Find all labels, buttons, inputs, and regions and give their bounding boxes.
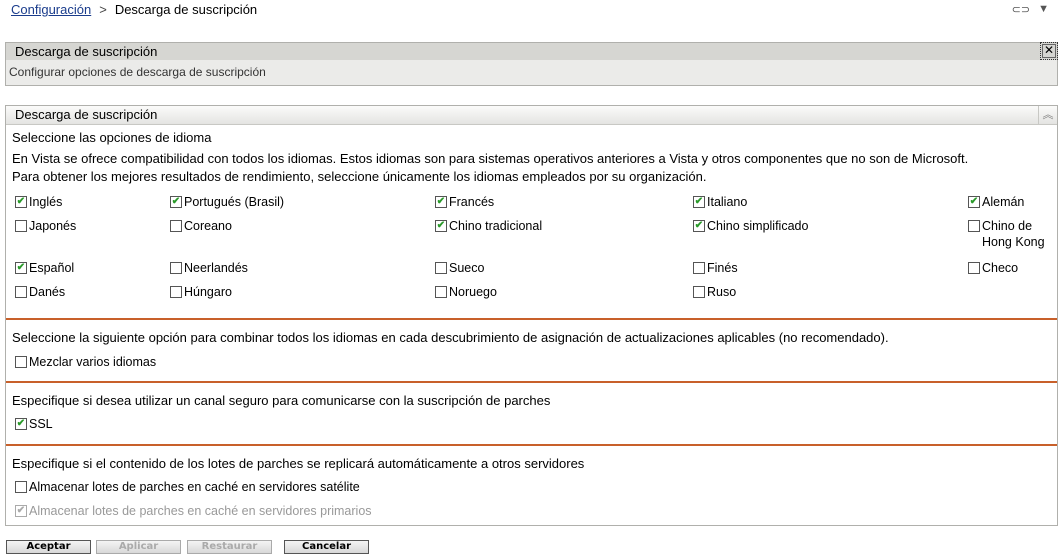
checkbox-label: Sueco (449, 261, 485, 275)
language-checkbox[interactable]: ✔ Chino simplificado (693, 218, 808, 234)
panel-title: Descarga de suscripción (15, 44, 158, 59)
language-checkbox[interactable]: ✔ Chino tradicional (435, 218, 542, 234)
checkbox-label: Japonés (29, 219, 77, 233)
language-checkbox[interactable]: ✔ Portugués (Brasil) (170, 194, 284, 210)
breadcrumb-current: Descarga de suscripción (114, 2, 258, 17)
checkbox-label: Alemán (982, 195, 1025, 209)
language-checkbox[interactable]: Japonés (15, 218, 76, 234)
satellite-cache-checkbox[interactable]: Almacenar lotes de parches en caché en s… (15, 479, 360, 495)
checkbox-label: Finés (707, 261, 738, 275)
check-icon: ✔ (15, 196, 27, 208)
check-icon: ✔ (15, 505, 27, 517)
panel-header: Descarga de suscripción ✕ (5, 42, 1058, 61)
checkbox-label: Coreano (184, 219, 232, 233)
checkbox-label: Inglés (29, 195, 63, 209)
checkbox-label: Húngaro (184, 285, 232, 299)
panel-description: Configurar opciones de descarga de suscr… (5, 60, 1058, 86)
mix-heading: Seleccione la siguiente opción para comb… (12, 330, 889, 345)
breadcrumb-configuracion-link[interactable]: Configuración (11, 2, 91, 17)
language-checkbox[interactable]: Checo (968, 260, 1053, 276)
chevron-right-icon: > (99, 2, 107, 17)
checkbox-label: Chino de Hong Kong (982, 219, 1045, 249)
separator (6, 381, 1057, 383)
language-checkbox[interactable]: Finés (693, 260, 738, 276)
restore-button[interactable]: Restaurar (187, 540, 272, 554)
collapse-icon[interactable]: ︽ (1038, 106, 1057, 124)
checkbox-label: Ruso (707, 285, 737, 299)
mix-languages-checkbox[interactable]: Mezclar varios idiomas (15, 354, 156, 370)
checkbox-label: SSL (29, 417, 53, 431)
ssl-heading: Especifique si desea utilizar un canal s… (12, 393, 551, 408)
checkbox-label: Chino tradicional (449, 219, 543, 233)
replication-heading: Especifique si el contenido de los lotes… (12, 456, 585, 471)
apply-button[interactable]: Aplicar (96, 540, 181, 554)
language-note: En Vista se ofrece compatibilidad con to… (12, 151, 969, 184)
link-icon[interactable]: ⊂⊃ (1012, 3, 1030, 16)
check-icon: ✔ (435, 196, 447, 208)
checkbox-label: Checo (982, 261, 1019, 275)
language-checkbox[interactable]: Húngaro (170, 284, 232, 300)
check-icon: ✔ (693, 196, 705, 208)
panel-title: Descarga de suscripción (15, 107, 158, 122)
language-checkbox[interactable]: Ruso (693, 284, 736, 300)
accept-button[interactable]: Aceptar (6, 540, 91, 554)
language-heading: Seleccione las opciones de idioma (12, 130, 212, 145)
checkbox-label: Almacenar lotes de parches en caché en s… (29, 504, 372, 518)
cancel-button[interactable]: Cancelar (284, 540, 369, 554)
check-icon: ✔ (968, 196, 980, 208)
check-icon: ✔ (170, 196, 182, 208)
language-checkbox[interactable]: ✔ Inglés (15, 194, 62, 210)
checkbox-label: Francés (449, 195, 495, 209)
separator (6, 318, 1057, 320)
subscription-panel: Descarga de suscripción ︽ Seleccione las … (5, 105, 1058, 526)
check-icon: ✔ (693, 220, 705, 232)
checkbox-label: Neerlandés (184, 261, 248, 275)
dropdown-arrow-icon[interactable]: ▼ (1038, 3, 1049, 16)
language-checkbox[interactable]: ✔ Francés (435, 194, 494, 210)
check-icon: ✔ (15, 418, 27, 430)
checkbox-label: Italiano (707, 195, 748, 209)
primary-cache-checkbox: ✔ Almacenar lotes de parches en caché en … (15, 503, 372, 519)
check-icon: ✔ (435, 220, 447, 232)
checkbox-label: Mezclar varios idiomas (29, 355, 157, 369)
language-checkbox[interactable]: ✔ Italiano (693, 194, 747, 210)
language-checkbox[interactable]: Chino de Hong Kong (968, 218, 1053, 250)
close-icon[interactable]: ✕ (1040, 42, 1058, 60)
ssl-checkbox[interactable]: ✔ SSL (15, 416, 53, 432)
separator (6, 444, 1057, 446)
check-icon: ✔ (15, 262, 27, 274)
language-checkbox[interactable]: Coreano (170, 218, 232, 234)
language-checkbox[interactable]: ✔ Alemán (968, 194, 1053, 210)
checkbox-label: Danés (29, 285, 66, 299)
language-checkbox[interactable]: ✔ Español (15, 260, 74, 276)
language-checkbox[interactable]: Sueco (435, 260, 484, 276)
panel-header: Descarga de suscripción ︽ (6, 106, 1057, 125)
breadcrumb: Configuración > Descarga de suscripción (11, 2, 257, 17)
checkbox-label: Chino simplificado (707, 219, 809, 233)
checkbox-label: Noruego (449, 285, 497, 299)
checkbox-label: Almacenar lotes de parches en caché en s… (29, 480, 360, 494)
checkbox-label: Portugués (Brasil) (184, 195, 285, 209)
language-checkbox[interactable]: Neerlandés (170, 260, 248, 276)
language-checkbox[interactable]: Noruego (435, 284, 497, 300)
checkbox-label: Español (29, 261, 75, 275)
language-checkbox[interactable]: Danés (15, 284, 65, 300)
